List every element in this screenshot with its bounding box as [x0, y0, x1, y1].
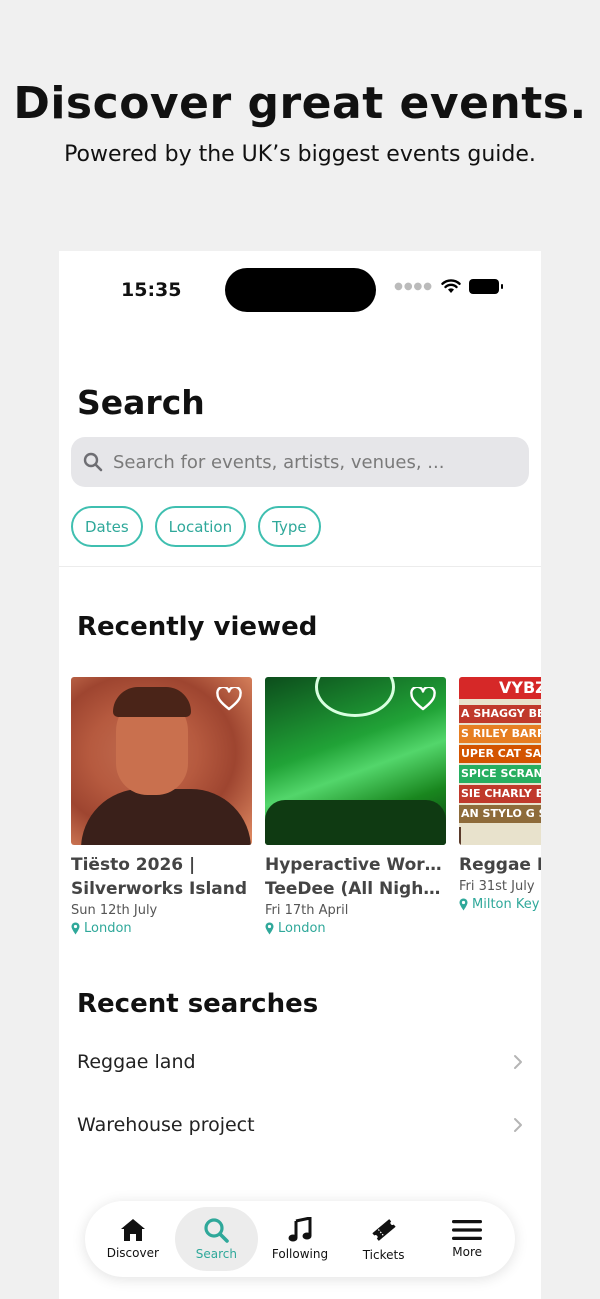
- recent-search-item[interactable]: Reggae land: [77, 1051, 523, 1073]
- recent-searches-title: Recent searches: [77, 989, 319, 1019]
- tab-label: More: [452, 1245, 483, 1259]
- chevron-right-icon: [514, 1118, 522, 1132]
- event-title: Tiësto 2026 |: [71, 855, 196, 875]
- search-bar[interactable]: [71, 437, 529, 487]
- tab-label: Search: [195, 1247, 237, 1261]
- tab-more[interactable]: More: [425, 1207, 509, 1271]
- event-location-label: London: [278, 921, 326, 936]
- tab-label: Discover: [106, 1246, 159, 1260]
- event-location: London: [71, 921, 252, 936]
- filter-chips: Dates Location Type: [71, 506, 321, 547]
- event-date: Fri 17th April: [265, 903, 349, 918]
- status-icons: ●●●●: [394, 279, 503, 294]
- search-icon: [83, 452, 103, 472]
- poster-text: A SHAGGY BEENI: [459, 705, 541, 723]
- hero-title: Discover great events.: [13, 78, 587, 129]
- chevron-right-icon: [514, 1055, 522, 1069]
- signal-icon: ●●●●: [394, 281, 433, 292]
- event-image: [265, 677, 446, 845]
- recent-search-item[interactable]: Warehouse project: [77, 1114, 523, 1136]
- tab-label: Tickets: [362, 1248, 405, 1262]
- poster-text: SIE CHARLY BLACK: [459, 785, 541, 803]
- ticket-icon: [371, 1219, 396, 1241]
- event-card[interactable]: Tiësto 2026 | Silverworks Island Sun 12t…: [71, 677, 252, 936]
- tab-label: Following: [271, 1247, 329, 1261]
- home-icon: [120, 1219, 145, 1241]
- event-title: Hyperactive World |: [265, 855, 446, 875]
- recently-viewed-title: Recently viewed: [77, 612, 318, 642]
- event-card[interactable]: VYBZ A SHAGGY BEENI S RILEY BARRINGT UPE…: [459, 677, 541, 912]
- phone-screen: 15:35 ●●●● Search Dates Location Type Re…: [59, 251, 541, 1299]
- event-poster-image: VYBZ A SHAGGY BEENI S RILEY BARRINGT UPE…: [459, 677, 541, 845]
- event-date: Fri 31st July: [459, 879, 535, 894]
- music-note-icon: [288, 1217, 312, 1242]
- tab-discover[interactable]: Discover: [91, 1207, 175, 1271]
- battery-icon: [469, 279, 503, 294]
- poster-text: S RILEY BARRINGT: [459, 725, 541, 743]
- dynamic-island: [225, 268, 376, 312]
- filter-location-button[interactable]: Location: [154, 506, 247, 547]
- location-pin-icon: [265, 922, 274, 935]
- menu-icon: [452, 1220, 483, 1240]
- wifi-icon: [441, 279, 461, 293]
- heart-icon[interactable]: [410, 687, 436, 711]
- location-pin-icon: [71, 922, 80, 935]
- tab-tickets[interactable]: Tickets: [342, 1207, 426, 1271]
- filter-type-button[interactable]: Type: [258, 506, 321, 547]
- divider: [59, 566, 541, 567]
- recently-viewed-carousel[interactable]: Tiësto 2026 | Silverworks Island Sun 12t…: [71, 677, 541, 947]
- event-location: London: [265, 921, 446, 936]
- poster-text: VYBZ: [459, 677, 541, 699]
- status-time: 15:35: [121, 279, 182, 301]
- recent-search-label: Reggae land: [77, 1051, 196, 1073]
- tab-bar: Discover Search Following Tickets More: [85, 1201, 515, 1277]
- event-title: Silverworks Island: [71, 879, 248, 899]
- location-pin-icon: [459, 898, 468, 911]
- poster-text: UPER CAT SANCHEZ: [459, 745, 541, 763]
- tab-search[interactable]: Search: [174, 1207, 259, 1271]
- filter-dates-button[interactable]: Dates: [71, 506, 143, 547]
- poster-text: SPICE SCRANI KEN: [459, 765, 541, 783]
- event-title: TeeDee (All Night…: [265, 879, 446, 899]
- heart-icon[interactable]: [216, 687, 242, 711]
- event-location: Milton Key: [459, 897, 541, 912]
- page-title: Search: [77, 383, 205, 422]
- hero-subtitle: Powered by the UK’s biggest events guide…: [64, 142, 536, 167]
- event-title: Reggae L: [459, 855, 541, 875]
- event-location-label: London: [84, 921, 132, 936]
- poster-text: AN STYLO G SAM: [459, 805, 541, 823]
- tab-following[interactable]: Following: [258, 1207, 342, 1271]
- event-location-label: Milton Key: [472, 897, 540, 912]
- search-input[interactable]: [113, 451, 513, 473]
- event-image: [71, 677, 252, 845]
- event-card[interactable]: Hyperactive World | TeeDee (All Night… F…: [265, 677, 446, 936]
- recent-search-label: Warehouse project: [77, 1114, 255, 1136]
- search-icon: [204, 1218, 230, 1243]
- event-date: Sun 12th July: [71, 903, 158, 918]
